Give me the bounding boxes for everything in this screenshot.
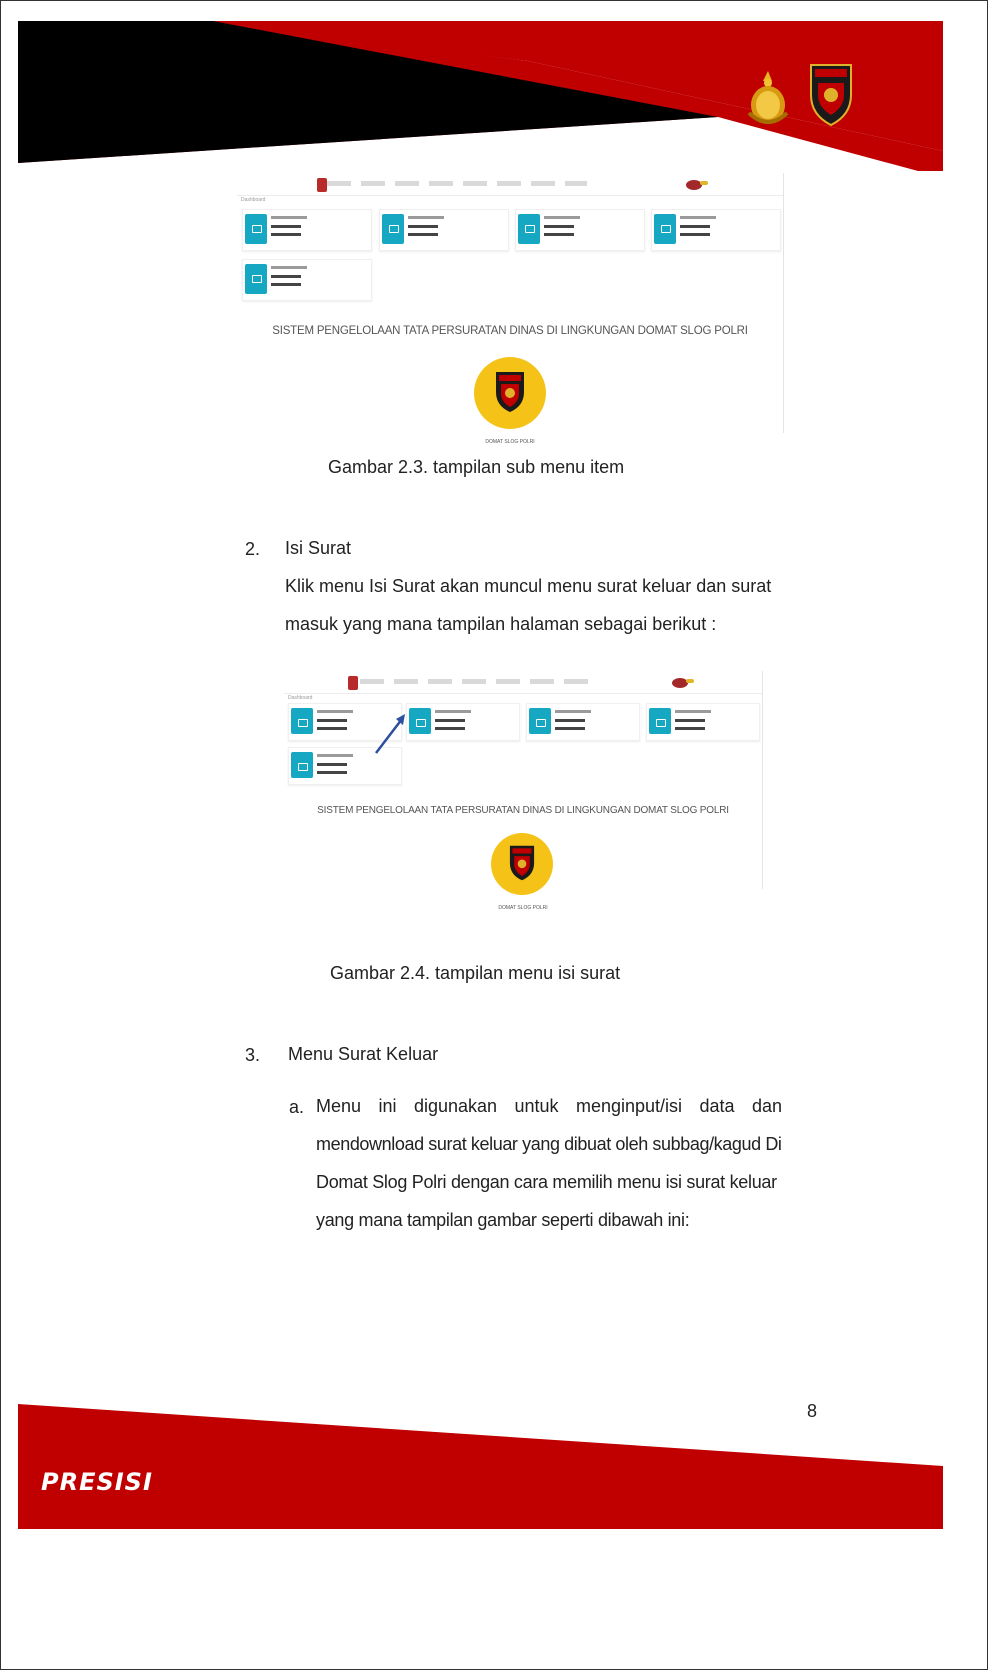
menu-card: [651, 209, 781, 251]
section-number: 2.: [245, 539, 261, 559]
paragraph-line: Menu ini digunakan untuk menginput/isi d…: [316, 1096, 782, 1116]
menu-card: [379, 209, 509, 251]
menu-card-isi-surat: [406, 703, 520, 741]
page-number: 8: [807, 1401, 818, 1421]
figure-caption: Gambar 2.4. tampilan menu isi surat: [330, 963, 621, 983]
app-top-bar: [237, 173, 783, 196]
nav-menu: [360, 679, 590, 684]
header-banner: [18, 21, 943, 171]
system-title: SISTEM PENGELOLAAN TATA PERSURATAN DINAS…: [317, 805, 729, 816]
document-page: Dashboard SISTEM PENGELOLAAN TATA PERSUR…: [0, 0, 988, 1670]
section-title: Isi Surat: [285, 538, 352, 558]
paragraph-line: Klik menu Isi Surat akan muncul menu sur…: [285, 576, 772, 596]
menu-card: [515, 209, 645, 251]
footer-banner: [18, 1404, 943, 1529]
user-avatar-icon: [672, 678, 694, 688]
domat-logo: [474, 357, 546, 429]
logo-caption: DOMAT SLOG POLRI: [485, 439, 535, 445]
screenshot-sub-menu: Dashboard SISTEM PENGELOLAAN TATA PERSUR…: [237, 173, 784, 445]
nav-menu: [327, 181, 587, 186]
section-title: Menu Surat Keluar: [288, 1044, 439, 1064]
breadcrumb: Dashboard: [241, 197, 266, 203]
section-number: 3.: [245, 1045, 261, 1065]
paragraph-line: mendownload surat keluar yang dibuat ole…: [316, 1134, 782, 1154]
screenshot-isi-surat: Dashboard SISTEM PENGELOLAAN TATA PERSUR…: [284, 671, 763, 911]
arrow-icon: [375, 714, 405, 754]
paragraph-line: Domat Slog Polri dengan cara memilih men…: [316, 1172, 777, 1192]
domat-logo: [491, 833, 553, 895]
menu-card: [242, 259, 372, 301]
app-top-bar: [284, 671, 762, 694]
footer-brand: PRESISI: [41, 1468, 153, 1496]
list-item-label: a.: [289, 1097, 305, 1117]
user-avatar-icon: [686, 180, 708, 190]
logo-caption: DOMAT SLOG POLRI: [498, 905, 548, 911]
slog-shield-icon: [810, 64, 852, 127]
shield-icon: [509, 845, 535, 881]
figure-caption: Gambar 2.3. tampilan sub menu item: [328, 457, 625, 477]
paragraph-line: masuk yang mana tampilan halaman sebagai…: [285, 614, 717, 634]
breadcrumb: Dashboard: [288, 695, 313, 701]
police-emblem-icon: [747, 71, 789, 124]
menu-card: [242, 209, 372, 251]
app-logo-icon: [348, 676, 358, 690]
system-title: SISTEM PENGELOLAAN TATA PERSURATAN DINAS…: [272, 325, 748, 337]
menu-card: [526, 703, 640, 741]
paragraph-line: yang mana tampilan gambar seperti dibawa…: [316, 1210, 690, 1230]
app-logo-icon: [317, 178, 327, 192]
menu-card: [646, 703, 760, 741]
shield-icon: [496, 372, 524, 412]
